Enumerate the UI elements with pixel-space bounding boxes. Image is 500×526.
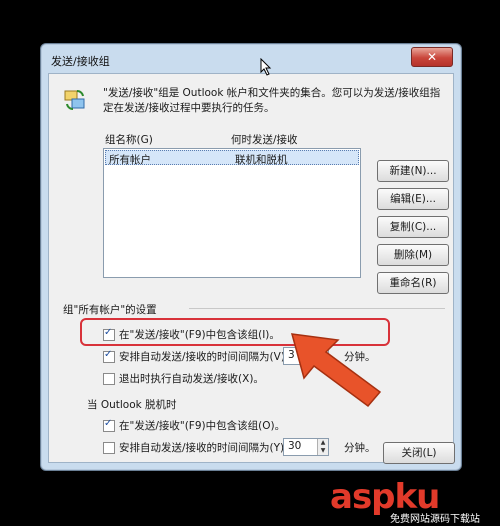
mouse-cursor-icon xyxy=(260,58,272,76)
edit-button[interactable]: 编辑(E)... xyxy=(377,188,449,210)
separator xyxy=(189,308,445,309)
pointer-arrow-icon xyxy=(290,333,382,408)
schedule-offline-label: 安排自动发送/接收的时间间隔为(Y) xyxy=(119,442,285,454)
exit-send-receive-label: 退出时执行自动发送/接收(X)。 xyxy=(119,373,264,385)
copy-button[interactable]: 复制(C)... xyxy=(377,216,449,238)
spinner-arrows-icon[interactable]: ▲▼ xyxy=(317,439,328,455)
title-bar: 发送/接收组 ✕ xyxy=(41,44,461,74)
send-receive-groups-dialog: 发送/接收组 ✕ "发送/接收"组是 Outlook 帐户和文件夹的集合。您可以… xyxy=(40,43,462,471)
row-name: 所有帐户 xyxy=(109,154,151,166)
rename-button[interactable]: 重命名(R) xyxy=(377,272,449,294)
exit-send-receive-checkbox[interactable] xyxy=(103,373,115,385)
include-offline-checkbox[interactable] xyxy=(103,418,115,432)
sync-icon xyxy=(64,89,85,111)
include-offline-label: 在"发送/接收"(F9)中包含该组(O)。 xyxy=(119,420,286,432)
schedule-online-checkbox[interactable] xyxy=(103,349,115,363)
delete-button[interactable]: 删除(M) xyxy=(377,244,449,266)
dialog-description: "发送/接收"组是 Outlook 帐户和文件夹的集合。您可以为发送/接收组指定… xyxy=(103,87,441,114)
column-header-name: 组名称(G) xyxy=(105,134,153,146)
offline-interval-spinner[interactable]: 30 ▲ ▼ xyxy=(283,438,329,456)
groups-list[interactable]: 所有帐户 联机和脱机 xyxy=(103,148,361,278)
dialog-client-area: "发送/接收"组是 Outlook 帐户和文件夹的集合。您可以为发送/接收组指定… xyxy=(48,73,454,463)
new-button[interactable]: 新建(N)... xyxy=(377,160,449,182)
row-when: 联机和脱机 xyxy=(235,154,288,166)
close-window-button[interactable]: ✕ xyxy=(411,47,453,67)
offline-interval-value: 30 xyxy=(288,440,302,452)
group-settings-heading: 组"所有帐户"的设置 xyxy=(63,304,157,316)
offline-heading: 当 Outlook 脱机时 xyxy=(87,399,177,411)
column-header-when: 何时发送/接收 xyxy=(231,134,298,146)
watermark-subtext: 免费网站源码下载站 xyxy=(390,514,480,525)
close-button[interactable]: 关闭(L) xyxy=(383,442,455,464)
schedule-offline-checkbox[interactable] xyxy=(103,442,115,454)
list-row-all-accounts[interactable]: 所有帐户 联机和脱机 xyxy=(105,150,359,166)
schedule-online-label: 安排自动发送/接收的时间间隔为(V) xyxy=(119,351,285,363)
dialog-title: 发送/接收组 xyxy=(51,55,110,68)
offline-interval-unit: 分钟。 xyxy=(344,442,376,454)
